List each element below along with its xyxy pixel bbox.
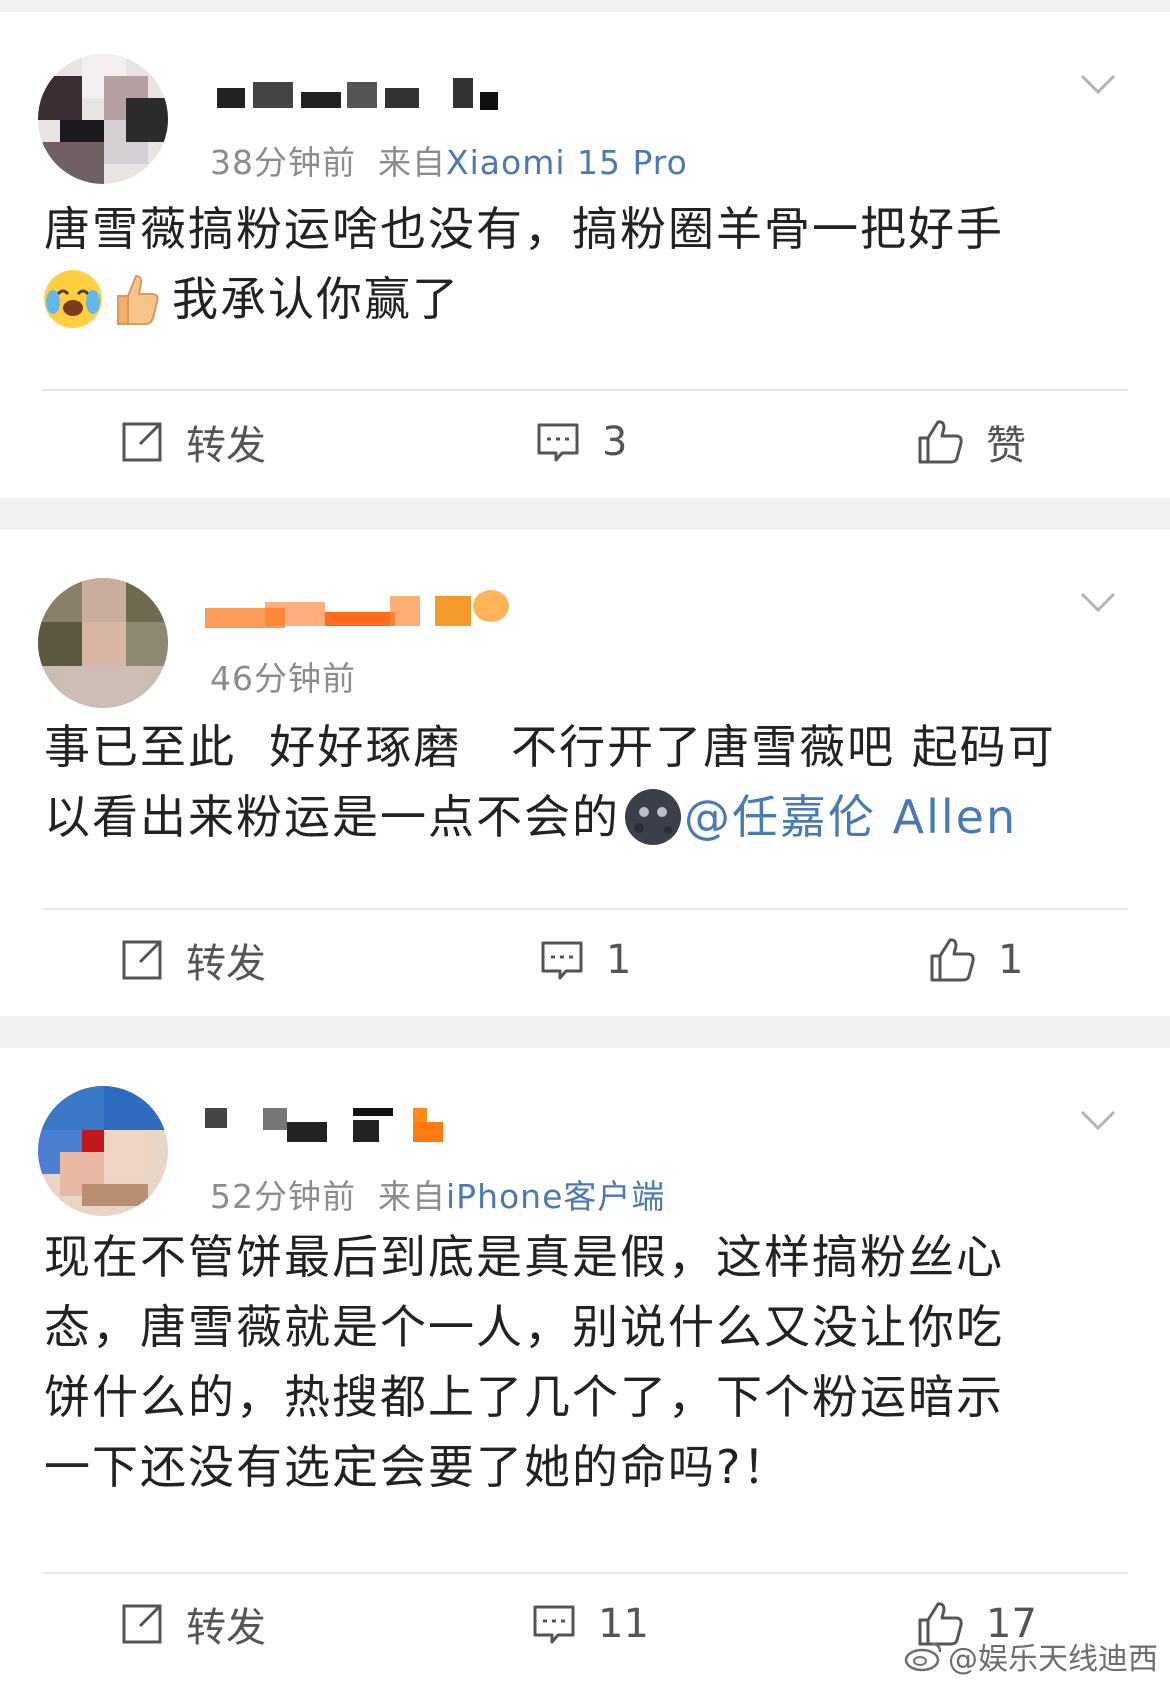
post-meta: 46分钟前 [210,652,356,700]
post-text: 现在不管饼最后到底是真是假，这样搞粉丝心 态，唐雪薇就是个一人，别说什么又没让你… [44,1222,1129,1502]
username-blurred[interactable] [205,590,509,634]
post-text-part: 以看出来粉运是一点不会的 [44,790,620,844]
post-text-line: 现在不管饼最后到底是真是假，这样搞粉丝心 [44,1230,1004,1284]
repost-label: 转发 [186,1605,266,1651]
repost-label: 转发 [186,941,266,987]
post-text-line: 事已至此 好好琢磨 不行开了唐雪薇吧 起码可 [44,720,1056,774]
like-icon [930,938,975,982]
avatar[interactable] [38,1086,168,1216]
comment-feed: 38分钟前 来自Xiaomi 15 Pro 唐雪薇搞粉运啥也没有，搞粉圈羊骨一把好… [0,0,1170,1684]
repost-label: 转发 [186,423,266,469]
post-text: 唐雪薇搞粉运啥也没有，搞粉圈羊骨一把好手 我承认你赢了 [44,194,1129,334]
divider [42,389,1128,391]
comment-icon [533,1605,575,1644]
comment-count: 11 [598,1601,649,1647]
comment-icon [537,423,579,462]
repost-button[interactable]: 转发 [120,392,266,492]
watermark: @娱乐天线迪西 [904,1634,1158,1678]
post-meta: 38分钟前 来自Xiaomi 15 Pro [210,136,688,184]
post-source[interactable]: Xiaomi 15 Pro [446,143,688,182]
post-text: 事已至此 好好琢磨 不行开了唐雪薇吧 起码可 以看出来粉运是一点不会的 @任嘉伦… [44,712,1129,852]
like-count: 1 [998,937,1024,983]
chevron-down-icon[interactable] [1078,1100,1118,1140]
repost-icon [122,422,162,462]
comment-icon [541,941,583,980]
post-text-line: 唐雪薇搞粉运啥也没有，搞粉圈羊骨一把好手 [44,202,1004,256]
watermark-text: @娱乐天线迪西 [948,1642,1158,1677]
repost-icon [122,1604,162,1644]
post-card: 52分钟前 来自iPhone客户端 现在不管饼最后到底是真是假，这样搞粉丝心 态，… [0,1048,1170,1684]
source-prefix: 来自 [378,1177,446,1216]
source-prefix: 来自 [378,143,446,182]
crying-laughing-face-icon [44,269,102,328]
like-button[interactable]: 1 [928,910,1023,1010]
username-blurred[interactable] [205,74,505,118]
avatar[interactable] [38,578,168,708]
post-source[interactable]: iPhone客户端 [446,1177,665,1216]
post-text-line: 以看出来粉运是一点不会的 @任嘉伦 Allen [44,782,1129,852]
action-bar: 转发 3 赞 [0,392,1170,492]
action-bar: 转发 1 1 [0,910,1170,1010]
new-moon-face-icon [624,788,682,846]
like-icon [918,420,963,464]
comment-count: 1 [606,937,632,983]
weibo-logo-icon [904,1642,942,1672]
post-meta: 52分钟前 来自iPhone客户端 [210,1170,665,1218]
post-text-line: 态，唐雪薇就是个一人，别说什么又没让你吃 [44,1300,1004,1354]
comment-button[interactable]: 11 [532,1574,649,1674]
user-mention-link[interactable]: @任嘉伦 Allen [684,790,1017,844]
like-label: 赞 [986,423,1026,469]
repost-button[interactable]: 转发 [120,1574,266,1674]
post-time: 46分钟前 [210,659,356,698]
username-blurred[interactable] [205,1102,505,1146]
comment-count: 3 [602,419,628,465]
post-card: 38分钟前 来自Xiaomi 15 Pro 唐雪薇搞粉运啥也没有，搞粉圈羊骨一把好… [0,12,1170,498]
post-text-line: 一下还没有选定会要了她的命吗?！ [44,1440,791,1494]
post-text-line: 饼什么的，热搜都上了几个了，下个粉运暗示 [44,1370,1004,1424]
chevron-down-icon[interactable] [1078,582,1118,622]
post-text-line: 我承认你赢了 [44,264,1129,334]
chevron-down-icon[interactable] [1078,64,1118,104]
comment-button[interactable]: 1 [540,910,631,1010]
repost-button[interactable]: 转发 [120,910,266,1010]
comment-button[interactable]: 3 [536,392,627,492]
avatar[interactable] [38,54,168,184]
post-time: 38分钟前 [210,143,356,182]
thumbs-up-icon [108,270,166,328]
post-time: 52分钟前 [210,1177,356,1216]
repost-icon [122,940,162,980]
post-text-tail: 我承认你赢了 [172,272,460,326]
like-button[interactable]: 赞 [916,392,1026,492]
post-card: 46分钟前 事已至此 好好琢磨 不行开了唐雪薇吧 起码可 以看出来粉运是一点不会… [0,530,1170,1016]
